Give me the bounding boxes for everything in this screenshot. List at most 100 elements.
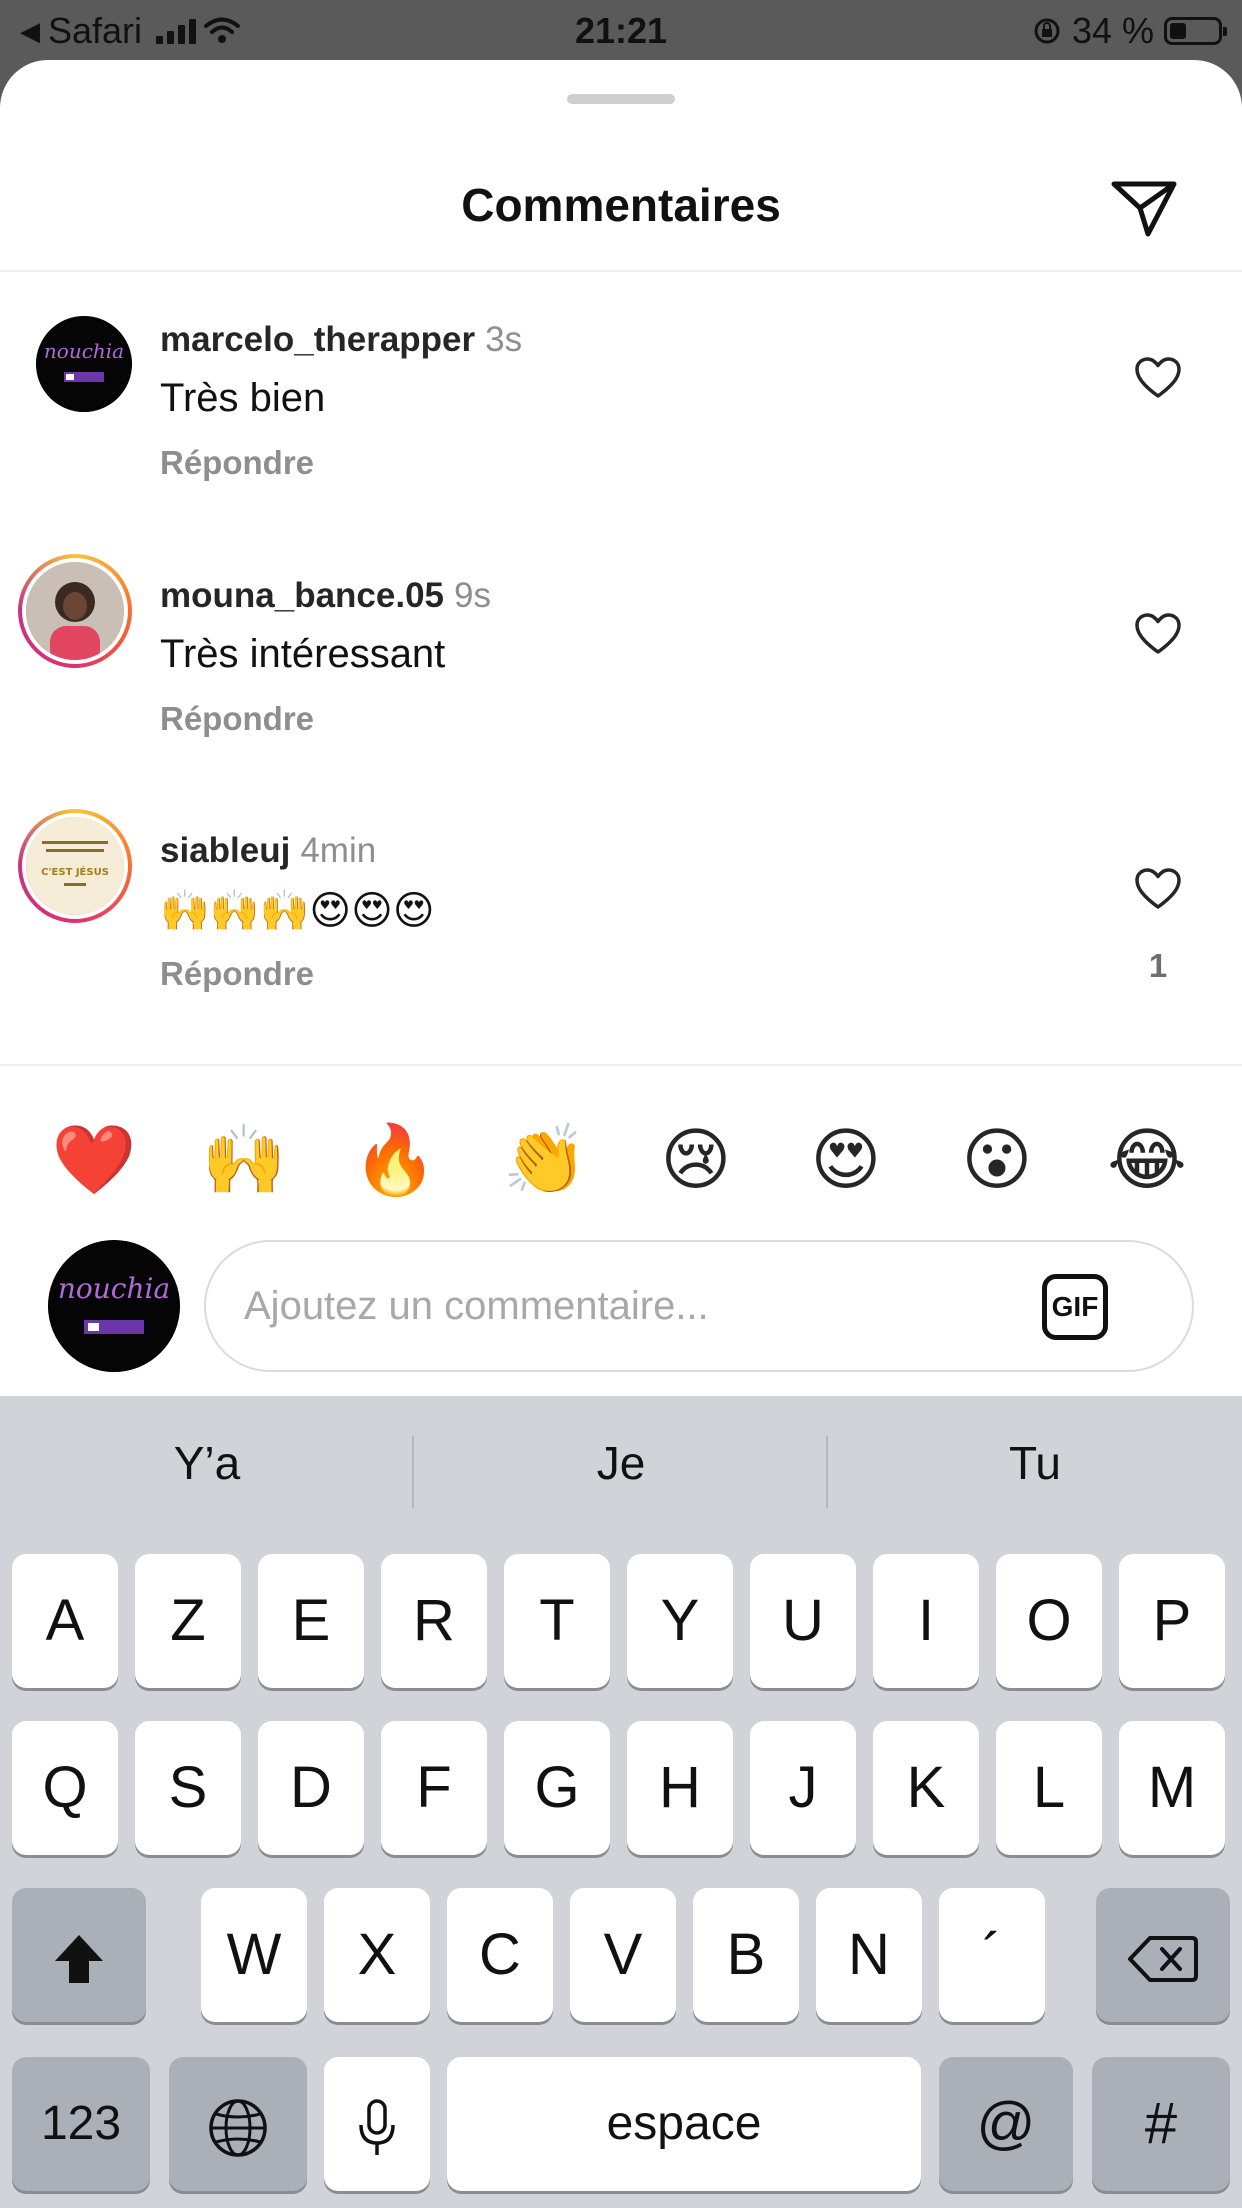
heart-icon[interactable]	[1134, 867, 1182, 911]
comment-item: mouna_bance.05 9s Très intéressant Répond…	[0, 554, 1242, 812]
dictation-key[interactable]	[324, 2057, 430, 2191]
emoji-heart-eyes-icon[interactable]: 😍	[796, 1110, 896, 1210]
emoji-laughing-icon[interactable]: 😂	[1097, 1110, 1197, 1210]
comment-meta: mouna_bance.05 9s	[160, 576, 491, 616]
shift-key[interactable]	[12, 1888, 146, 2022]
key-t[interactable]: T	[504, 1554, 610, 1688]
suggestion-2[interactable]: Je	[414, 1436, 828, 1490]
comment-input-placeholder: Ajoutez un commentaire...	[244, 1284, 709, 1328]
key-accent[interactable]: ´	[939, 1888, 1045, 2022]
backspace-icon	[1128, 1935, 1198, 1982]
delete-key[interactable]	[1096, 1888, 1230, 2022]
avatar-photo	[22, 558, 128, 664]
emoji-fire-icon[interactable]: 🔥	[345, 1110, 445, 1210]
keyboard: Y’a Je Tu A Z E R T Y U I O P Q S D F G …	[0, 1396, 1242, 2208]
avatar-card-text: C'EST JÉSUS	[41, 865, 109, 878]
comment-username[interactable]: siableuj	[160, 831, 290, 870]
key-v[interactable]: V	[570, 1888, 676, 2022]
comment-username[interactable]: marcelo_therapper	[160, 320, 475, 359]
key-b[interactable]: B	[693, 1888, 799, 2022]
reply-button[interactable]: Répondre	[160, 955, 314, 993]
send-paper-plane-icon[interactable]	[1108, 170, 1180, 242]
key-x[interactable]: X	[324, 1888, 430, 2022]
key-c[interactable]: C	[447, 1888, 553, 2022]
at-key[interactable]: @	[939, 2057, 1073, 2191]
microphone-icon	[359, 2098, 395, 2155]
hash-key[interactable]: #	[1092, 2057, 1230, 2191]
comment-text: Très intéressant	[160, 632, 446, 676]
avatar[interactable]	[18, 554, 132, 668]
key-e[interactable]: E	[258, 1554, 364, 1688]
key-w[interactable]: W	[201, 1888, 307, 2022]
emoji-heart-icon[interactable]: ❤️	[44, 1110, 144, 1210]
key-o[interactable]: O	[996, 1554, 1102, 1688]
key-r[interactable]: R	[381, 1554, 487, 1688]
like-count: 1	[1148, 947, 1168, 984]
heart-icon[interactable]	[1134, 612, 1182, 656]
emoji-crying-icon[interactable]: 😢	[646, 1110, 746, 1210]
comment-time: 9s	[454, 576, 491, 615]
shift-arrow-icon	[55, 1934, 103, 1983]
key-d[interactable]: D	[258, 1721, 364, 1855]
comments-sheet: Commentaires nouchia marcelo_therapper 3s…	[0, 60, 1242, 1396]
globe-key[interactable]	[169, 2057, 307, 2191]
key-q[interactable]: Q	[12, 1721, 118, 1855]
avatar[interactable]: nouchia	[36, 316, 132, 412]
globe-icon	[209, 2098, 267, 2157]
suggestion-1[interactable]: Y’a	[0, 1436, 414, 1490]
key-k[interactable]: K	[873, 1721, 979, 1855]
avatar[interactable]: C'EST JÉSUS	[18, 809, 132, 923]
key-z[interactable]: Z	[135, 1554, 241, 1688]
key-p[interactable]: P	[1119, 1554, 1225, 1688]
sheet-grabber[interactable]	[567, 94, 675, 104]
key-y[interactable]: Y	[627, 1554, 733, 1688]
key-m[interactable]: M	[1119, 1721, 1225, 1855]
composer-avatar-logo: nouchia	[48, 1240, 180, 1372]
comment-time: 3s	[485, 320, 523, 359]
reply-button[interactable]: Répondre	[160, 444, 314, 482]
space-key[interactable]: espace	[447, 2057, 921, 2191]
avatar-photo: C'EST JÉSUS	[22, 813, 128, 919]
key-i[interactable]: I	[873, 1554, 979, 1688]
emoji-clapping-icon[interactable]: 👏	[495, 1110, 595, 1210]
emoji-reaction-bar: ❤️ 🙌 🔥 👏 😢 😍 😮 😂	[0, 1110, 1242, 1210]
avatar-card-icon: C'EST JÉSUS	[26, 817, 124, 915]
comment-meta: marcelo_therapper 3s	[160, 320, 522, 360]
key-n[interactable]: N	[816, 1888, 922, 2022]
comment-item: C'EST JÉSUS siableuj 4min 🙌🙌🙌😍😍😍 Répondre…	[0, 809, 1242, 1067]
status-bar: ◀ Safari 21:21 34 %	[0, 0, 1242, 60]
emoji-surprised-icon[interactable]: 😮	[947, 1110, 1047, 1210]
sheet-title: Commentaires	[461, 179, 781, 231]
emoji-raised-hands-icon[interactable]: 🙌	[194, 1110, 294, 1210]
composer-avatar: nouchia	[48, 1240, 180, 1372]
comment-username[interactable]: mouna_bance.05	[160, 576, 444, 615]
comment-item: nouchia marcelo_therapper 3s Très bien Ré…	[0, 316, 1242, 556]
comment-input[interactable]: Ajoutez un commentaire... GIF	[204, 1240, 1194, 1372]
key-l[interactable]: L	[996, 1721, 1102, 1855]
key-u[interactable]: U	[750, 1554, 856, 1688]
comment-time: 4min	[300, 831, 377, 870]
key-f[interactable]: F	[381, 1721, 487, 1855]
comment-text: Très bien	[160, 376, 326, 420]
battery-icon	[1164, 17, 1227, 45]
key-h[interactable]: H	[627, 1721, 733, 1855]
gif-button[interactable]: GIF	[1042, 1274, 1108, 1340]
avatar-logo-text: nouchia	[44, 339, 124, 363]
predictive-bar: Y’a Je Tu	[0, 1396, 1242, 1546]
composer-avatar-text: nouchia	[58, 1272, 170, 1305]
numbers-key[interactable]: 123	[12, 2057, 150, 2191]
key-g[interactable]: G	[504, 1721, 610, 1855]
heart-icon[interactable]	[1134, 356, 1182, 400]
suggestion-3[interactable]: Tu	[828, 1436, 1242, 1490]
status-right: 34 %	[1032, 10, 1227, 52]
comment-text: 🙌🙌🙌😍😍😍	[160, 889, 435, 933]
comment-meta: siableuj 4min	[160, 831, 376, 871]
orientation-lock-icon	[1034, 18, 1060, 44]
reply-button[interactable]: Répondre	[160, 700, 314, 738]
key-s[interactable]: S	[135, 1721, 241, 1855]
battery-percent: 34 %	[1071, 10, 1154, 51]
key-j[interactable]: J	[750, 1721, 856, 1855]
key-a[interactable]: A	[12, 1554, 118, 1688]
header-divider	[0, 270, 1242, 272]
avatar-logo: nouchia	[36, 316, 132, 412]
